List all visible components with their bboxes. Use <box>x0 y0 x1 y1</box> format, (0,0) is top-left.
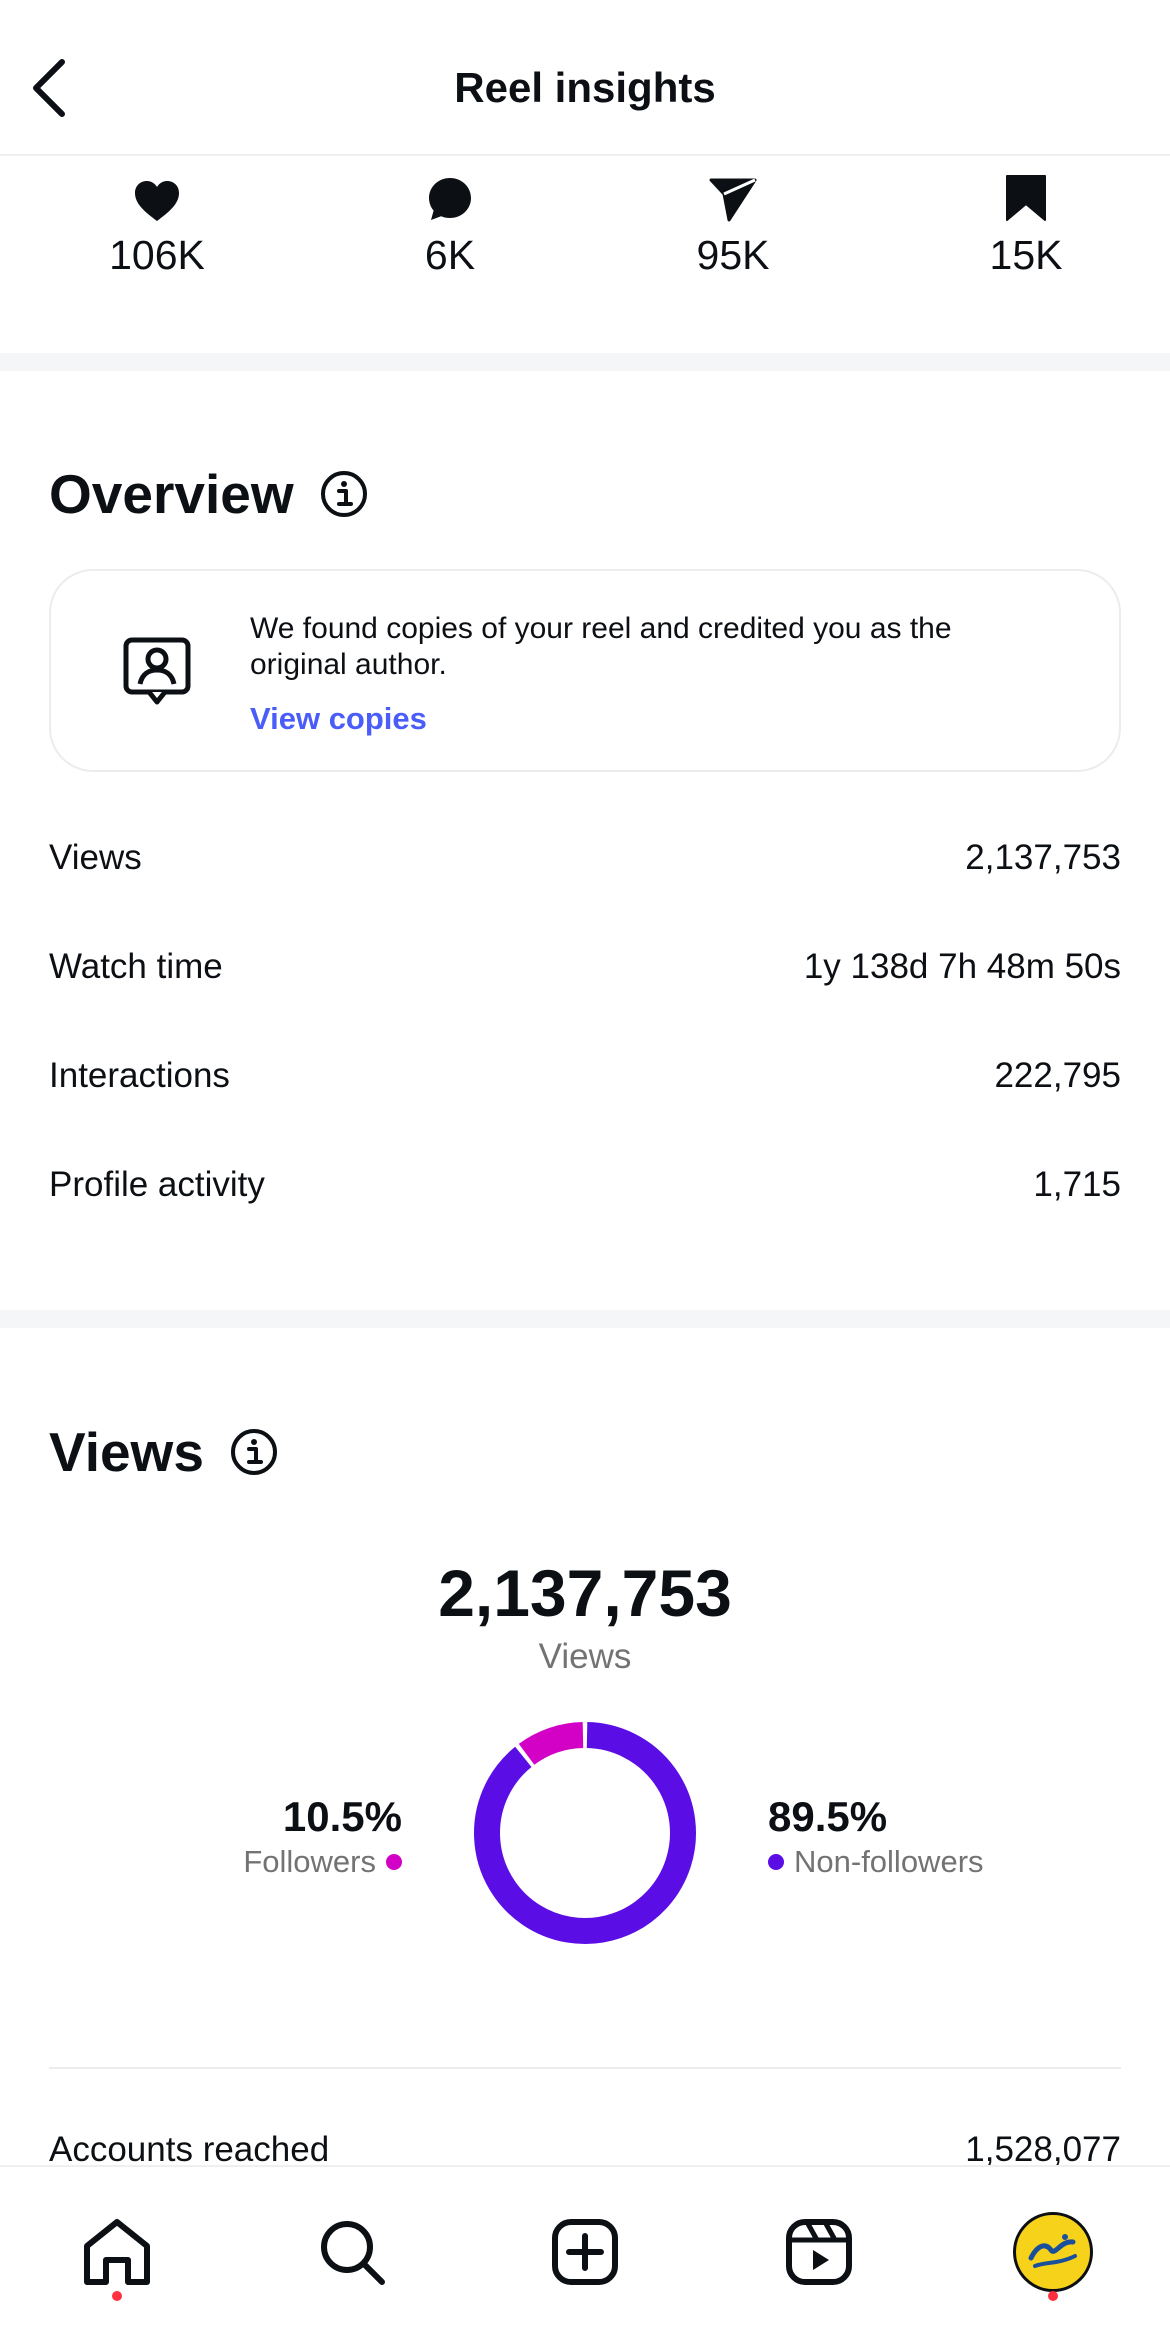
share-icon <box>709 178 757 222</box>
metric-value: 2,137,753 <box>965 838 1121 877</box>
info-icon[interactable] <box>230 1428 278 1476</box>
views-title: Views <box>49 1421 204 1483</box>
heart-icon <box>135 181 179 221</box>
comments-count: 6K <box>424 232 476 278</box>
original-author-icon <box>123 637 191 710</box>
donut-slice-nonfollowers <box>474 1722 696 1944</box>
followers-dot <box>386 1854 402 1870</box>
likes-count: 106K <box>109 232 205 278</box>
notification-dot <box>112 2291 122 2301</box>
nonfollowers-label: Non-followers <box>794 1844 984 1879</box>
divider <box>49 2067 1121 2069</box>
followers-legend: 10.5% Followers <box>243 1792 402 1882</box>
nav-profile[interactable] <box>1008 2207 1098 2297</box>
overview-heading: Overview <box>49 462 368 526</box>
top-bar: Reel insights <box>0 0 1170 156</box>
likes-stat: 106K <box>67 166 247 279</box>
metric-label: Profile activity <box>49 1165 265 1204</box>
nav-home[interactable] <box>72 2207 162 2297</box>
saves-stat: 15K <box>936 166 1116 279</box>
reels-icon <box>786 2219 852 2285</box>
donut-slice-followers <box>518 1722 584 1766</box>
metric-label: Views <box>49 838 142 877</box>
notification-dot <box>1048 2291 1058 2301</box>
bookmark-icon <box>1006 175 1046 221</box>
nav-reels[interactable] <box>774 2207 864 2297</box>
shares-count: 95K <box>696 232 770 278</box>
create-icon <box>552 2219 618 2285</box>
saves-count: 15K <box>989 232 1063 278</box>
total-views-label: Views <box>538 1637 632 1676</box>
followers-percent: 10.5% <box>282 1793 402 1840</box>
metric-label: Watch time <box>49 947 223 986</box>
metric-value: 1,715 <box>1033 1165 1121 1204</box>
nonfollowers-percent: 89.5% <box>768 1793 888 1840</box>
comments-stat: 6K <box>360 166 540 279</box>
view-copies-link[interactable]: View copies <box>250 701 427 737</box>
metric-row-watch-time: Watch time 1y 138d 7h 48m 50s <box>49 937 1121 997</box>
section-divider <box>0 353 1170 371</box>
bottom-nav <box>0 2165 1170 2335</box>
copies-notice-card: We found copies of your reel and credite… <box>49 569 1121 772</box>
overview-title: Overview <box>49 463 294 525</box>
metric-row-profile-activity: Profile activity 1,715 <box>49 1155 1121 1215</box>
shares-stat: 95K <box>643 166 823 279</box>
copies-notice-text: We found copies of your reel and credite… <box>250 612 952 681</box>
nav-search[interactable] <box>307 2207 397 2297</box>
metric-value: 1,528,077 <box>965 2130 1121 2169</box>
nav-create[interactable] <box>540 2207 630 2297</box>
metric-row-views: Views 2,137,753 <box>49 828 1121 888</box>
metric-value: 1y 138d 7h 48m 50s <box>803 947 1121 986</box>
section-divider <box>0 1310 1170 1328</box>
profile-avatar <box>1013 2212 1093 2292</box>
comment-icon <box>429 178 471 220</box>
followers-label: Followers <box>243 1844 376 1879</box>
nonfollowers-legend: 89.5% Non-followers <box>768 1792 984 1882</box>
metric-label: Interactions <box>49 1056 230 1095</box>
info-icon[interactable] <box>320 470 368 518</box>
engagement-stats: 106K 6K 95K 15K <box>0 156 1170 352</box>
home-icon <box>84 2219 150 2285</box>
nonfollowers-dot <box>768 1854 784 1870</box>
views-heading: Views <box>49 1420 278 1484</box>
total-views-value: 2,137,753 <box>438 1556 732 1630</box>
metric-value: 222,795 <box>994 1056 1121 1095</box>
page-title: Reel insights <box>454 64 716 111</box>
views-donut-chart <box>474 1722 696 1944</box>
metric-label: Accounts reached <box>49 2130 330 2169</box>
search-icon <box>321 2221 385 2285</box>
metric-row-interactions: Interactions 222,795 <box>49 1046 1121 1106</box>
